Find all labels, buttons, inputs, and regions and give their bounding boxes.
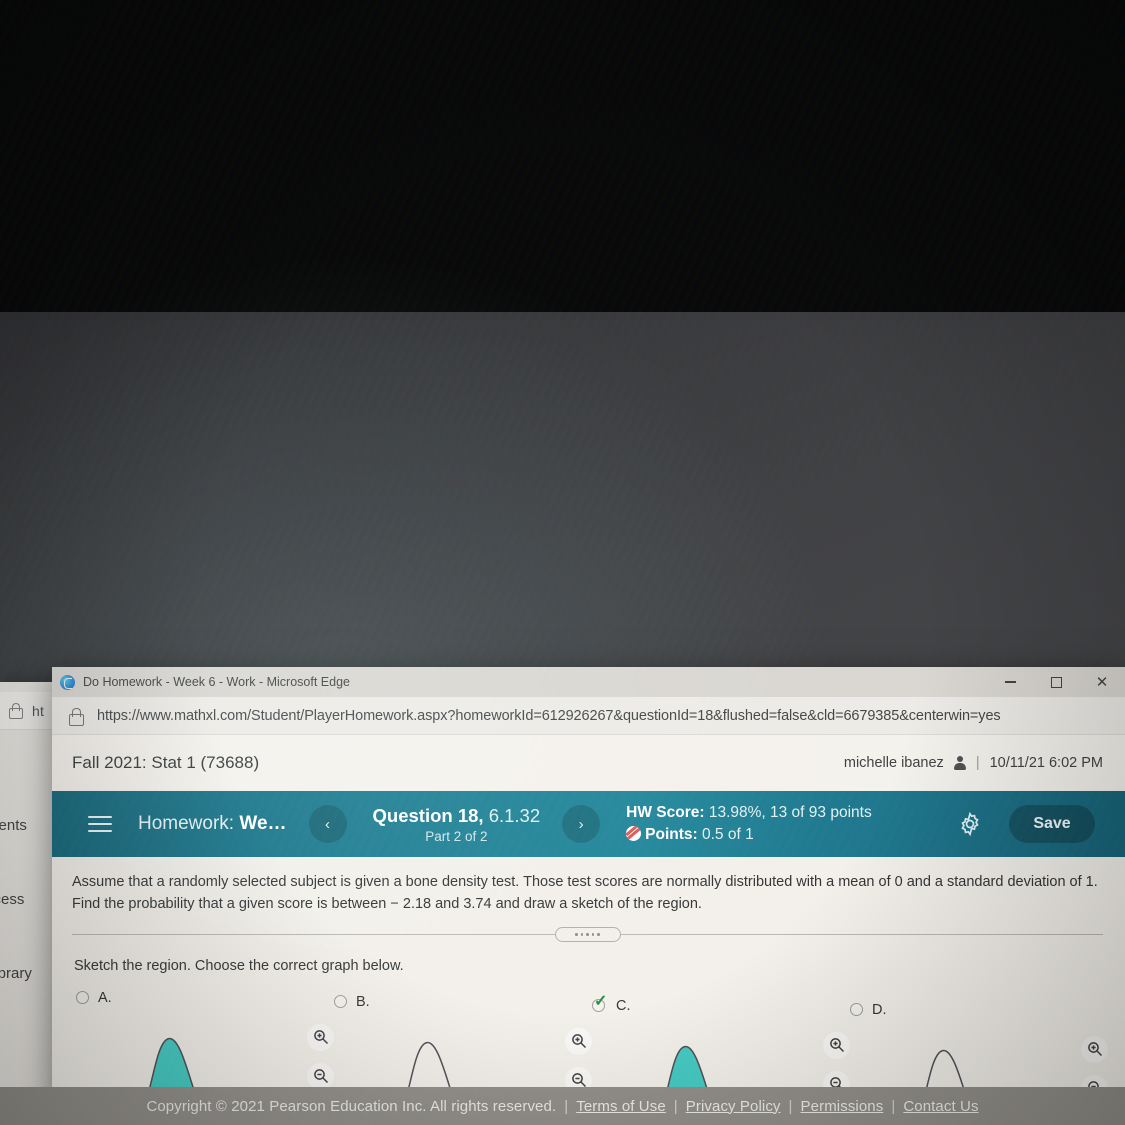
question-section: 6.1.32: [488, 804, 541, 826]
homework-label: Homework: We…: [138, 813, 287, 835]
homework-label-prefix: Homework:: [138, 813, 240, 834]
partial-credit-icon: [626, 826, 642, 841]
gear-icon[interactable]: [957, 811, 983, 837]
zoom-in-icon[interactable]: [1081, 1035, 1108, 1063]
previous-question-button[interactable]: ‹: [308, 805, 347, 843]
close-button[interactable]: ✕: [1079, 667, 1125, 697]
zoom-in-icon[interactable]: [307, 1023, 334, 1051]
question-body: Assume that a randomly selected subject …: [52, 857, 1125, 1125]
close-icon: ✕: [1095, 673, 1109, 691]
choice-a-header[interactable]: A.: [76, 988, 340, 1008]
user-info: michelle ibanez | 10/11/21 6:02 PM: [844, 755, 1103, 771]
hamburger-menu-icon[interactable]: [88, 811, 112, 837]
choice-d-header[interactable]: D.: [850, 1000, 1114, 1020]
question-part: Part 2 of 2: [425, 828, 488, 844]
choice-b-letter: B.: [356, 993, 370, 1010]
sketch-prompt: Sketch the region. Choose the correct gr…: [74, 957, 404, 974]
minimize-button[interactable]: [987, 667, 1033, 697]
drag-handle[interactable]: [554, 926, 621, 942]
choice-c-letter: C.: [616, 997, 631, 1014]
edge-address-bar[interactable]: https://www.mathxl.com/Student/PlayerHom…: [52, 697, 1125, 735]
pearson-footer: Copyright © 2021 Pearson Education Inc. …: [0, 1087, 1125, 1125]
question-title: Question 18, 6.1.32: [373, 805, 541, 827]
choice-d-letter: D.: [872, 1001, 887, 1018]
separator: |: [975, 755, 980, 771]
choice-b-header[interactable]: B.: [334, 992, 598, 1012]
question-text-line-1: Assume that a randomly selected subject …: [72, 874, 1098, 890]
maximize-icon: [1050, 676, 1062, 688]
zoom-out-icon[interactable]: [307, 1062, 334, 1090]
background-url-text: ht: [32, 702, 45, 719]
points-row: Points: 0.5 of 1: [626, 824, 872, 846]
radio-button-a[interactable]: [76, 991, 89, 1005]
choice-a-letter: A.: [98, 989, 112, 1006]
separator: |: [564, 1097, 569, 1115]
question-text-line-2: Find the probability that a given score …: [72, 896, 702, 913]
radio-button-c-selected[interactable]: ✓: [592, 994, 607, 1013]
checkmark-icon: ✓: [594, 993, 608, 1011]
resize-divider[interactable]: [72, 922, 1103, 946]
current-datetime: 10/11/21 6:02 PM: [989, 755, 1103, 771]
permissions-link[interactable]: Permissions: [801, 1098, 884, 1115]
question-identifier: Question 18, 6.1.32 Part 2 of 2: [373, 805, 541, 844]
photo-letterbox-top: [0, 0, 1125, 312]
screenshot-root: ht ntents ccess Library ls Do Homework -…: [0, 0, 1125, 1125]
edge-window-title: Do Homework - Week 6 - Work - Microsoft …: [83, 675, 350, 689]
homework-toolbar: Homework: We… ‹ Question 18, 6.1.32 Part…: [52, 791, 1125, 857]
edge-browser-window: Do Homework - Week 6 - Work - Microsoft …: [52, 667, 1125, 1125]
zoom-in-icon[interactable]: [823, 1031, 850, 1059]
next-question-button[interactable]: ›: [562, 805, 601, 843]
hw-score-value: 13.98%, 13 of 93 points: [708, 803, 872, 821]
separator: |: [673, 1097, 678, 1115]
mathxl-page: Fall 2021: Stat 1 (73688) michelle ibane…: [52, 735, 1125, 1125]
radio-button-d[interactable]: [850, 1003, 863, 1017]
copyright-text: Copyright © 2021 Pearson Education Inc. …: [146, 1097, 557, 1115]
user-icon[interactable]: [953, 756, 966, 770]
zoom-in-icon[interactable]: [565, 1027, 592, 1055]
edge-logo-icon: [60, 674, 75, 690]
lock-icon: [68, 707, 84, 726]
homework-name: We…: [239, 813, 287, 834]
terms-of-use-link[interactable]: Terms of Use: [576, 1098, 666, 1115]
address-bar-url: https://www.mathxl.com/Student/PlayerHom…: [97, 707, 1001, 724]
window-controls: ✕: [987, 667, 1125, 697]
privacy-policy-link[interactable]: Privacy Policy: [686, 1098, 781, 1115]
score-summary: HW Score: 13.98%, 13 of 93 points Points…: [626, 802, 872, 847]
minimize-icon: [1004, 681, 1016, 683]
hw-score-row: HW Score: 13.98%, 13 of 93 points: [626, 802, 872, 824]
user-name: michelle ibanez: [843, 755, 944, 771]
contact-us-link[interactable]: Contact Us: [903, 1098, 978, 1115]
question-number: Question 18,: [372, 804, 489, 826]
maximize-button[interactable]: [1033, 667, 1079, 697]
save-button[interactable]: Save: [1009, 805, 1095, 843]
points-value: 0.5 of 1: [701, 826, 754, 843]
choice-c-header[interactable]: ✓ C.: [592, 994, 856, 1016]
course-header: Fall 2021: Stat 1 (73688) michelle ibane…: [52, 735, 1125, 791]
radio-button-b[interactable]: [334, 995, 347, 1009]
course-title: Fall 2021: Stat 1 (73688): [72, 753, 260, 772]
points-label: Points:: [645, 826, 702, 843]
edge-title-bar: Do Homework - Week 6 - Work - Microsoft …: [52, 667, 1125, 697]
hw-score-label: HW Score:: [626, 803, 709, 821]
separator: |: [788, 1097, 793, 1115]
separator: |: [891, 1097, 896, 1115]
lock-icon: [8, 703, 23, 719]
desktop-background: ht ntents ccess Library ls Do Homework -…: [0, 312, 1125, 1125]
